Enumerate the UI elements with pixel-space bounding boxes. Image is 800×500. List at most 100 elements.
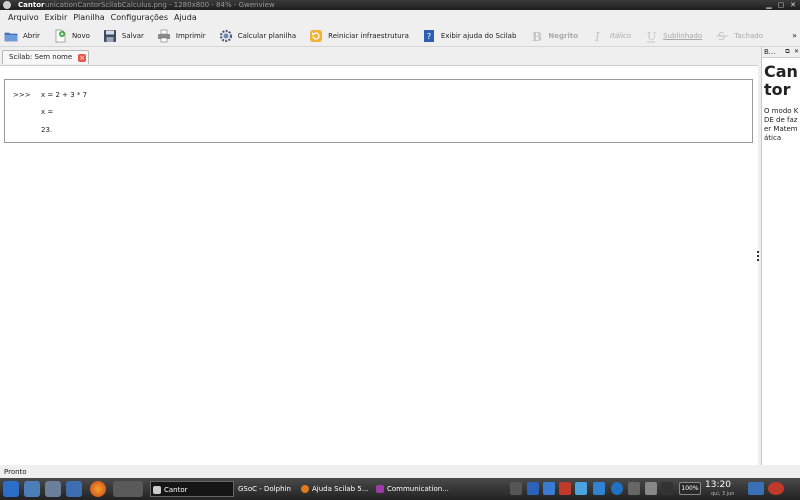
help-heading: Cantor xyxy=(764,62,798,99)
desktop-icon[interactable] xyxy=(24,481,40,497)
panel-splitter-handle[interactable] xyxy=(756,250,760,262)
maximize-button[interactable]: ▢ xyxy=(776,1,786,9)
menu-exibir[interactable]: Exibir xyxy=(45,13,68,22)
title-bar: Cantor unicationCantorScilabCalculus.png… xyxy=(0,0,800,10)
tray-scissors-icon[interactable] xyxy=(628,482,640,495)
task-label: Communication... xyxy=(387,485,449,493)
italic-button[interactable]: I Itálico xyxy=(591,29,632,44)
task-dolphin[interactable]: GSoC - Dolphin xyxy=(236,481,298,497)
close-tab-icon[interactable]: × xyxy=(78,54,87,62)
restart-icon xyxy=(309,29,323,43)
minimize-button[interactable]: ▁ xyxy=(764,1,774,9)
tab-scilab-worksheet[interactable]: Scilab: Sem nome × xyxy=(2,50,90,64)
menu-arquivo[interactable]: Arquivo xyxy=(8,13,39,22)
underline-label: Sublinhado xyxy=(663,31,703,40)
command-prompt: >>> xyxy=(13,91,31,99)
calculate-label: Calcular planilha xyxy=(237,31,297,40)
bold-button[interactable]: B Negrito xyxy=(529,29,579,44)
task-cantor[interactable]: Cantor xyxy=(150,481,234,497)
task-label: Ajuda Scilab 5... xyxy=(312,485,369,493)
taskbar: Cantor GSoC - Dolphin Ajuda Scilab 5... … xyxy=(0,478,800,500)
cantor-icon xyxy=(153,486,161,494)
help-book-icon: ? xyxy=(422,29,436,43)
restart-label: Reiniciar infraestrutura xyxy=(328,31,409,40)
command-input[interactable]: x = 2 + 3 * 7 xyxy=(41,91,87,99)
worksheet[interactable]: >>> x = 2 + 3 * 7 x = 23. xyxy=(0,65,758,465)
print-button[interactable]: Imprimir xyxy=(157,29,206,43)
floppy-disk-icon xyxy=(103,29,117,43)
tray-network-icon[interactable] xyxy=(510,482,522,495)
open-button[interactable]: Abrir xyxy=(4,29,40,43)
kde-menu-icon[interactable] xyxy=(3,481,19,497)
clock-time[interactable]: 13:20 xyxy=(705,480,731,490)
tray-device-icon[interactable] xyxy=(593,482,605,495)
show-help-button[interactable]: ? Exibir ajuda do Scilab xyxy=(422,29,516,43)
close-panel-icon[interactable]: ✕ xyxy=(793,48,800,56)
system-settings-icon[interactable] xyxy=(66,481,82,497)
result-variable: x = xyxy=(41,108,54,116)
app-menu-icon[interactable] xyxy=(3,1,11,9)
italic-label: Itálico xyxy=(610,31,632,40)
tray-notification-icon[interactable] xyxy=(559,482,571,495)
clock-date: qui, 3 jun xyxy=(711,491,735,497)
tools-icon[interactable] xyxy=(45,481,61,497)
show-desktop-icon[interactable] xyxy=(748,482,764,495)
window-subtitle: unicationCantorScilabCalculus.png - 1280… xyxy=(45,1,275,9)
gear-icon xyxy=(219,29,233,43)
firefox-icon xyxy=(301,485,309,493)
task-communication[interactable]: Communication... xyxy=(374,481,454,497)
help-panel-header: B... ⧉ ✕ xyxy=(762,47,800,58)
italic-icon: I xyxy=(591,29,605,44)
task-scilab-help[interactable]: Ajuda Scilab 5... xyxy=(299,481,373,497)
new-button[interactable]: Novo xyxy=(53,29,90,43)
calculate-worksheet-button[interactable]: Calcular planilha xyxy=(219,29,296,43)
menu-ajuda[interactable]: Ajuda xyxy=(174,13,197,22)
logout-icon[interactable] xyxy=(768,482,784,495)
result-value: 23. xyxy=(41,126,53,134)
save-label: Salvar xyxy=(121,31,144,40)
firefox-icon[interactable] xyxy=(90,481,106,497)
menu-planilha[interactable]: Planilha xyxy=(73,13,104,22)
toolbar: Abrir Novo Salvar Imprimir Calcular plan… xyxy=(0,25,800,47)
strikethrough-button[interactable]: S Tachado xyxy=(715,29,763,43)
status-bar: Pronto xyxy=(0,466,800,478)
underline-icon: U xyxy=(644,29,658,43)
toolbar-overflow-button[interactable]: » xyxy=(792,31,797,40)
task-label: GSoC - Dolphin xyxy=(238,485,291,493)
tab-label: Scilab: Sem nome xyxy=(9,53,73,61)
bold-label: Negrito xyxy=(548,31,579,40)
menu-configuracoes[interactable]: Configurações xyxy=(111,13,168,22)
bold-icon: B xyxy=(529,29,543,44)
strikethrough-icon: S xyxy=(715,29,729,43)
tray-volume-icon[interactable] xyxy=(645,482,657,495)
close-window-button[interactable]: ✕ xyxy=(788,1,798,9)
tray-klipper-icon[interactable] xyxy=(527,482,539,495)
pager-icon[interactable] xyxy=(113,481,143,497)
worksheet-entry[interactable]: >>> x = 2 + 3 * 7 x = 23. xyxy=(4,79,753,143)
tray-messenger-icon[interactable] xyxy=(543,482,555,495)
new-document-icon xyxy=(53,29,67,43)
print-label: Imprimir xyxy=(175,31,206,40)
tray-wifi-icon[interactable] xyxy=(661,482,673,495)
save-button[interactable]: Salvar xyxy=(103,29,144,43)
svg-text:I: I xyxy=(594,30,600,43)
task-label: Cantor xyxy=(164,486,188,494)
window-title: Cantor xyxy=(18,1,45,9)
status-text: Pronto xyxy=(4,468,27,476)
help-text: O modo KDE de fazer Matemática xyxy=(764,107,799,142)
tray-updates-icon[interactable] xyxy=(575,482,587,495)
svg-text:?: ? xyxy=(427,32,431,41)
menu-bar: Arquivo Exibir Planilha Configurações Aj… xyxy=(0,10,800,24)
restart-backend-button[interactable]: Reiniciar infraestrutura xyxy=(309,29,409,43)
svg-text:B: B xyxy=(532,30,542,43)
float-panel-icon[interactable]: ⧉ xyxy=(784,48,791,56)
battery-indicator[interactable]: 100% xyxy=(679,482,701,495)
tab-bar: Scilab: Sem nome × xyxy=(0,47,758,65)
image-viewer-icon xyxy=(376,485,384,493)
printer-icon xyxy=(157,29,171,43)
underline-button[interactable]: U Sublinhado xyxy=(644,29,702,43)
tray-sync-icon[interactable] xyxy=(611,482,623,495)
open-label: Abrir xyxy=(23,31,40,40)
new-label: Novo xyxy=(71,31,90,40)
folder-open-icon xyxy=(4,29,18,43)
